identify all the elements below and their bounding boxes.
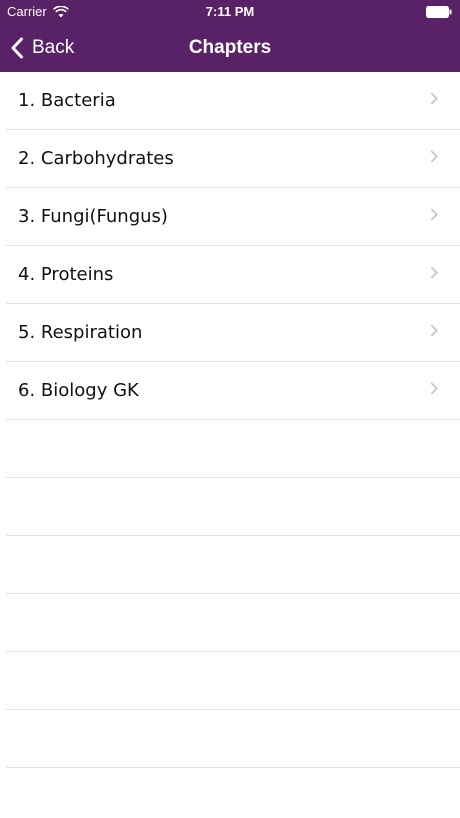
chapter-row-fungi[interactable]: 3. Fungi(Fungus)	[6, 188, 460, 246]
chapter-label: 4. Proteins	[18, 264, 114, 285]
chevron-right-icon	[430, 150, 438, 163]
chapter-list: 1. Bacteria 2. Carbohydrates 3. Fungi(Fu…	[0, 72, 460, 768]
chapter-row-biology-gk[interactable]: 6. Biology GK	[6, 362, 460, 420]
status-bar: Carrier 7:11 PM	[0, 0, 460, 24]
chapter-label: 2. Carbohydrates	[18, 148, 174, 169]
chapter-label: 3. Fungi(Fungus)	[18, 206, 168, 227]
chapter-row-carbohydrates[interactable]: 2. Carbohydrates	[6, 130, 460, 188]
empty-row	[6, 536, 460, 594]
chapter-label: 1. Bacteria	[18, 90, 116, 111]
chapter-row-bacteria[interactable]: 1. Bacteria	[6, 72, 460, 130]
empty-row	[6, 420, 460, 478]
empty-row	[6, 594, 460, 652]
status-time: 7:11 PM	[205, 4, 255, 19]
navigation-bar: Back Chapters	[0, 24, 460, 72]
chapter-row-proteins[interactable]: 4. Proteins	[6, 246, 460, 304]
empty-row	[6, 478, 460, 536]
page-title: Chapters	[188, 37, 272, 58]
chapter-label: 6. Biology GK	[18, 380, 139, 401]
chevron-right-icon	[430, 208, 438, 221]
chapter-label: 5. Respiration	[18, 322, 143, 343]
chevron-right-icon	[430, 266, 438, 279]
chevron-right-icon	[430, 324, 438, 337]
empty-row	[6, 652, 460, 710]
header: Carrier 7:11 PM Back Chapters	[0, 0, 460, 72]
battery-icon	[426, 6, 452, 18]
chevron-right-icon	[430, 382, 438, 395]
chevron-right-icon	[430, 92, 438, 105]
empty-row	[6, 710, 460, 768]
chapter-row-respiration[interactable]: 5. Respiration	[6, 304, 460, 362]
